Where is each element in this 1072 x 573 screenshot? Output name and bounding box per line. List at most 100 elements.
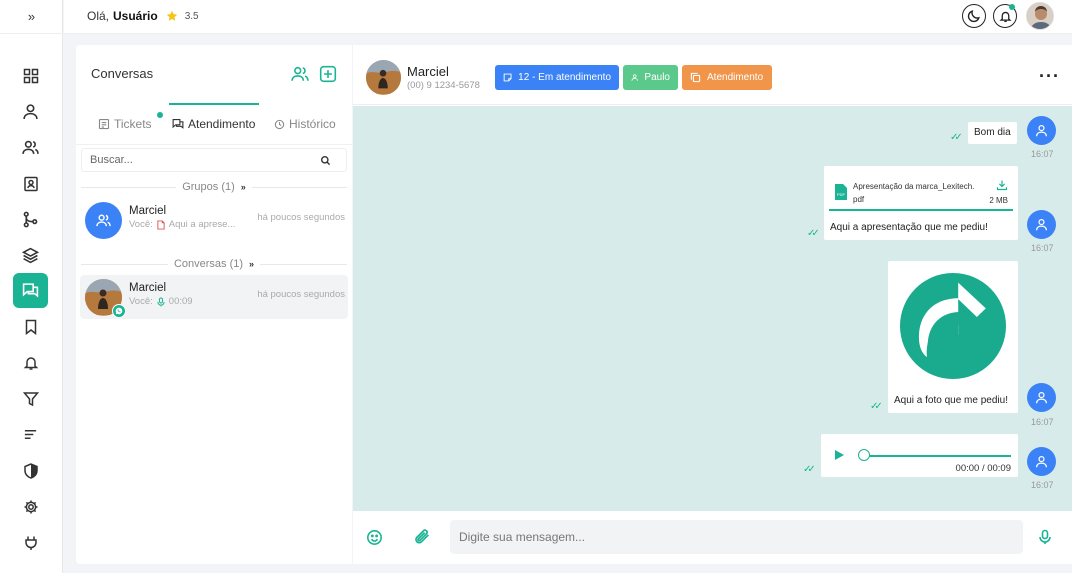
tab-atendimento[interactable]: Atendimento xyxy=(172,117,255,131)
sidebar-item-notifications[interactable] xyxy=(13,345,48,380)
pdf-file-icon xyxy=(157,219,165,230)
attach-button[interactable] xyxy=(414,529,432,547)
download-icon[interactable] xyxy=(996,179,1008,191)
more-options-icon[interactable]: ··· xyxy=(1039,67,1060,85)
read-receipt-icon: ✓✓ xyxy=(870,401,883,412)
emoji-icon xyxy=(367,530,382,545)
users-icon xyxy=(96,214,111,227)
sidebar-item-sort[interactable] xyxy=(13,417,48,452)
voice-record-button[interactable] xyxy=(1037,529,1055,547)
new-contact-conversation-button[interactable] xyxy=(291,65,309,83)
file-message-bubble[interactable]: PDF Apresentação da marca_Lexitech. pdf … xyxy=(824,166,1018,240)
expand-sidebar-button[interactable]: » xyxy=(0,0,63,34)
message-time: 16:07 xyxy=(1031,480,1054,490)
chat-panel: Marciel (00) 9 1234-5678 12 - Em atendim… xyxy=(353,45,1072,564)
sidebar: » xyxy=(0,0,63,573)
user-icon xyxy=(1036,456,1047,468)
sidebar-item-settings[interactable] xyxy=(13,489,48,524)
greeting: Olá, Usuário 3.5 xyxy=(87,9,199,23)
shield-icon xyxy=(23,462,38,479)
top-header: Olá, Usuário 3.5 xyxy=(64,0,1072,34)
group-preview: Você: Aqui a aprese... xyxy=(129,219,236,230)
message-caption: Aqui a apresentação que me pediu! xyxy=(830,222,988,233)
message-time: 16:07 xyxy=(1031,417,1054,427)
active-tab-indicator xyxy=(169,103,259,105)
chat-icon xyxy=(172,118,184,129)
plug-icon xyxy=(24,536,37,550)
sender-avatar xyxy=(1027,447,1056,476)
message-input[interactable] xyxy=(450,520,1023,554)
message-text: Bom dia xyxy=(974,127,1011,138)
chat-contact-phone: (00) 9 1234-5678 xyxy=(407,80,480,91)
audio-progress-track[interactable] xyxy=(859,455,1011,457)
filter-icon xyxy=(22,391,39,406)
group-time: há poucos segundos xyxy=(257,212,345,223)
group-conversation-item[interactable]: Marciel Você: Aqui a aprese... há poucos… xyxy=(80,198,348,242)
copy-icon xyxy=(690,72,701,83)
conversations-panel: Conversas Tickets Atendimento Histórico … xyxy=(76,45,352,564)
notifications-button[interactable] xyxy=(993,4,1017,28)
dark-mode-button[interactable] xyxy=(962,4,986,28)
file-size: 2 MB xyxy=(989,196,1008,205)
sidebar-item-contact-card[interactable] xyxy=(13,166,48,201)
sidebar-item-bookmarks[interactable] xyxy=(13,309,48,344)
message-time: 16:07 xyxy=(1031,149,1054,159)
image-message-bubble[interactable]: Aqui a foto que me pediu! xyxy=(888,261,1018,413)
sidebar-item-contacts[interactable] xyxy=(13,130,48,165)
users-icon xyxy=(22,140,39,154)
search-box xyxy=(81,148,347,172)
read-receipt-icon: ✓✓ xyxy=(803,464,816,475)
gear-icon xyxy=(24,500,37,513)
user-avatar[interactable] xyxy=(1026,2,1054,30)
bell-icon xyxy=(998,11,1012,22)
new-conversation-button[interactable] xyxy=(319,65,337,83)
tab-notification-dot xyxy=(157,112,163,118)
sidebar-item-dashboard[interactable] xyxy=(13,58,48,93)
emoji-button[interactable] xyxy=(366,529,384,547)
conversation-item[interactable]: Marciel Você: 00:09 há poucos segundos xyxy=(80,275,348,319)
conversations-title: Conversas xyxy=(91,66,154,81)
read-receipt-icon: ✓✓ xyxy=(807,228,820,239)
queue-chip[interactable]: Atendimento xyxy=(682,65,772,90)
tab-tickets[interactable]: Tickets xyxy=(98,117,152,131)
sidebar-item-filter[interactable] xyxy=(13,381,48,416)
groups-section-header[interactable]: Grupos (1) » xyxy=(81,180,347,194)
sidebar-item-profile[interactable] xyxy=(13,94,48,129)
sidebar-item-flows[interactable] xyxy=(13,202,48,237)
contact-avatar[interactable] xyxy=(366,60,401,95)
sidebar-item-layers[interactable] xyxy=(13,238,48,273)
file-name: Apresentação da marca_Lexitech. pdf xyxy=(853,182,975,204)
file-attachment[interactable]: PDF Apresentação da marca_Lexitech. pdf … xyxy=(829,171,1013,211)
conversation-time: há poucos segundos xyxy=(257,289,345,300)
sidebar-item-chat[interactable] xyxy=(13,273,48,308)
conversations-count-label: Conversas (1) xyxy=(173,258,244,270)
user-icon xyxy=(1036,125,1047,137)
read-receipt-icon: ✓✓ xyxy=(950,132,963,143)
search-icon[interactable] xyxy=(320,155,331,166)
tab-historico[interactable]: Histórico xyxy=(274,117,336,131)
group-name: Marciel xyxy=(129,205,167,217)
bell-icon xyxy=(23,356,38,370)
whatsapp-badge-icon xyxy=(112,304,126,318)
users-icon xyxy=(291,66,309,81)
sidebar-item-security[interactable] xyxy=(13,453,48,488)
audio-seek-handle[interactable] xyxy=(858,449,870,461)
play-icon[interactable] xyxy=(834,450,844,460)
contact-card-icon xyxy=(23,176,38,191)
chat-contact-name: Marciel xyxy=(407,64,449,79)
audio-message-bubble: 00:00 / 00:09 xyxy=(821,434,1018,477)
share-arrow-image[interactable] xyxy=(899,272,1007,380)
microphone-icon xyxy=(1039,529,1051,544)
paperclip-icon xyxy=(415,529,429,544)
chat-icon xyxy=(22,283,39,298)
pdf-file-icon: PDF xyxy=(835,184,847,200)
user-name: Usuário xyxy=(113,9,158,23)
search-input[interactable] xyxy=(90,154,320,166)
ticket-icon xyxy=(98,118,110,130)
ticket-icon xyxy=(503,73,512,82)
ticket-status-chip[interactable]: 12 - Em atendimento xyxy=(495,65,619,90)
agent-chip[interactable]: Paulo xyxy=(623,65,678,90)
sidebar-item-integrations[interactable] xyxy=(13,525,48,560)
contact-name: Marciel xyxy=(129,282,167,294)
conversations-section-header[interactable]: Conversas (1) » xyxy=(81,257,347,271)
